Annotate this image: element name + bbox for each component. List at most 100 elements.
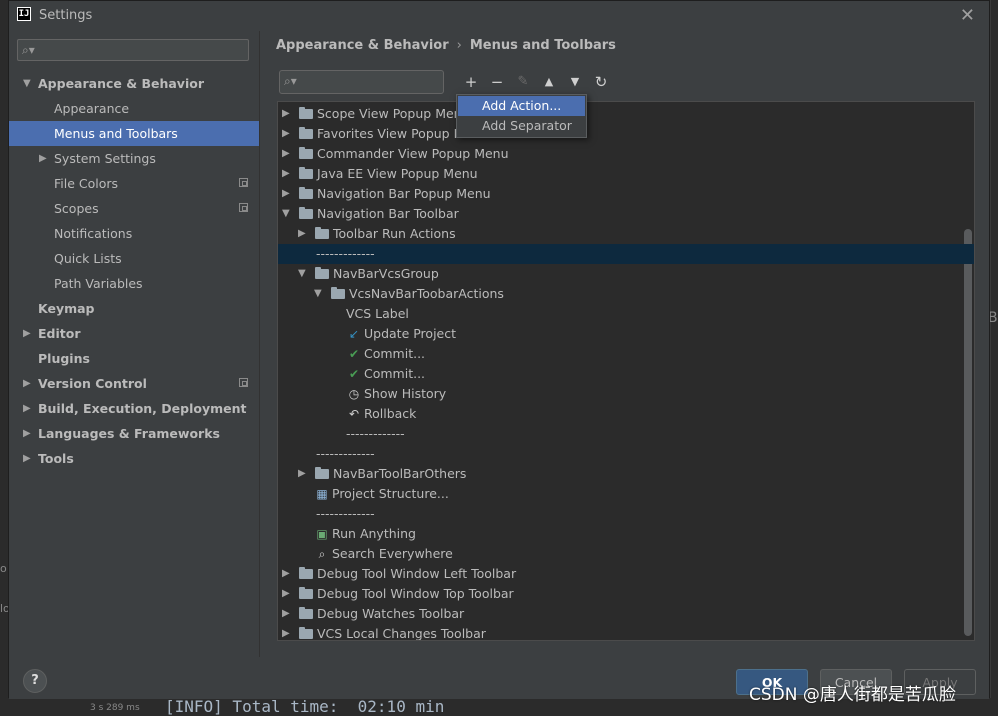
settings-content: Appearance & Behavior › Menus and Toolbars… [259, 31, 989, 657]
tree-row[interactable]: ▶ Java EE View Popup Menu [278, 164, 974, 184]
tree-row[interactable]: ▶ Favorites View Popup Menu [278, 124, 974, 144]
sidebar-item[interactable]: ▶ Version Control [9, 371, 259, 396]
edit-icon[interactable]: ✎ [513, 72, 533, 92]
tree-row[interactable]: ------------- [278, 504, 974, 524]
sidebar-item[interactable]: Keymap [9, 296, 259, 321]
tree-row[interactable]: ◷ Show History [278, 384, 974, 404]
tree-row[interactable]: ▶ Scope View Popup Menu [278, 104, 974, 124]
sidebar-item[interactable]: ▶ Build, Execution, Deployment [9, 396, 259, 421]
bg-build-time: 3 s 289 ms [90, 703, 140, 713]
tree-row[interactable]: ------------- [278, 424, 974, 444]
tree-row[interactable]: ✔ Commit... [278, 364, 974, 384]
update-project-icon: ↙ [348, 327, 360, 341]
tree-item-label: Navigation Bar Popup Menu [317, 186, 491, 201]
tree-row[interactable]: ▶ Debug Watches Toolbar [278, 604, 974, 624]
tree-row[interactable]: ▼ Navigation Bar Toolbar [278, 204, 974, 224]
close-icon[interactable]: ✕ [960, 5, 975, 26]
add-popup-menu: Add Action... Add Separator [456, 94, 587, 138]
folder-icon [299, 607, 313, 619]
tree-row[interactable]: ▶ Debug Tool Window Top Toolbar [278, 584, 974, 604]
tree-row[interactable]: ▣ Run Anything [278, 524, 974, 544]
tree-row[interactable]: ------------- [278, 244, 974, 264]
menu-item-add-action[interactable]: Add Action... [458, 96, 585, 116]
collapse-arrow-icon[interactable]: ▶ [282, 144, 290, 164]
collapse-arrow-icon[interactable]: ▶ [282, 124, 290, 144]
sidebar-item[interactable]: ▶ Editor [9, 321, 259, 346]
sidebar-item-label: Build, Execution, Deployment [38, 401, 247, 416]
collapse-arrow-icon[interactable]: ▶ [282, 604, 290, 624]
sidebar-item[interactable]: Quick Lists [9, 246, 259, 271]
sidebar-item[interactable]: ▶ Languages & Frameworks [9, 421, 259, 446]
sidebar-item-label: Quick Lists [54, 251, 122, 266]
tree-row[interactable]: ▶ NavBarToolBarOthers [278, 464, 974, 484]
tree-row[interactable]: ▦ Project Structure... [278, 484, 974, 504]
actions-search-input[interactable]: ⌕▾ [279, 70, 444, 94]
tree-row[interactable]: ▶ Commander View Popup Menu [278, 144, 974, 164]
sidebar-item[interactable]: Appearance [9, 96, 259, 121]
sidebar-item[interactable]: Scopes [9, 196, 259, 221]
search-icon: ⌕▾ [284, 74, 297, 88]
add-icon[interactable]: + [461, 72, 481, 92]
tree-row[interactable]: ↙ Update Project [278, 324, 974, 344]
move-down-icon[interactable]: ▼ [565, 72, 585, 92]
collapse-arrow-icon[interactable]: ▶ [282, 184, 290, 204]
collapse-arrow-icon[interactable]: ▶ [23, 421, 31, 446]
sidebar-item[interactable]: Notifications [9, 221, 259, 246]
restore-defaults-icon[interactable]: ↻ [591, 72, 611, 92]
collapse-arrow-icon[interactable]: ▶ [282, 164, 290, 184]
collapse-arrow-icon[interactable]: ▶ [39, 146, 47, 171]
sidebar-item[interactable]: ▶ Tools [9, 446, 259, 471]
settings-search-input[interactable]: ⌕▾ [17, 39, 249, 61]
tree-row[interactable]: ▶ VCS Local Changes Toolbar [278, 624, 974, 640]
sidebar-item-label: Appearance [54, 101, 130, 116]
collapse-arrow-icon[interactable]: ▶ [298, 224, 306, 244]
sidebar-item[interactable]: ▼ Appearance & Behavior [9, 71, 259, 96]
menu-item-add-separator[interactable]: Add Separator [458, 116, 585, 136]
sidebar-item-label: Editor [38, 326, 81, 341]
collapse-arrow-icon[interactable]: ▶ [23, 371, 31, 396]
tree-row[interactable]: ▶ Navigation Bar Popup Menu [278, 184, 974, 204]
separator-item: ------------- [316, 246, 375, 261]
expand-arrow-icon[interactable]: ▼ [23, 71, 31, 96]
move-up-icon[interactable]: ▲ [539, 72, 559, 92]
collapse-arrow-icon[interactable]: ▶ [282, 584, 290, 604]
sidebar-item[interactable]: Path Variables [9, 271, 259, 296]
remove-icon[interactable]: − [487, 72, 507, 92]
tree-row[interactable]: ▶ Debug Tool Window Left Toolbar [278, 564, 974, 584]
expand-arrow-icon[interactable]: ▼ [298, 264, 306, 284]
sidebar-item-label: Notifications [54, 226, 133, 241]
tree-row[interactable]: ⌕ Search Everywhere [278, 544, 974, 564]
tree-item-label: Navigation Bar Toolbar [317, 206, 459, 221]
sidebar-item[interactable]: Plugins [9, 346, 259, 371]
sidebar-item[interactable]: File Colors [9, 171, 259, 196]
collapse-arrow-icon[interactable]: ▶ [282, 564, 290, 584]
expand-arrow-icon[interactable]: ▼ [282, 204, 290, 224]
tree-item-label: Commit... [364, 366, 426, 381]
folder-icon [299, 587, 313, 599]
tree-row[interactable]: ▶ Toolbar Run Actions [278, 224, 974, 244]
tree-row[interactable]: ▼ NavBarVcsGroup [278, 264, 974, 284]
breadcrumb-parent[interactable]: Appearance & Behavior [276, 38, 449, 53]
tree-row[interactable]: ▼ VcsNavBarToobarActions [278, 284, 974, 304]
sidebar-item[interactable]: Menus and Toolbars [9, 121, 259, 146]
separator-item: ------------- [316, 446, 375, 461]
tree-row[interactable]: ------------- [278, 444, 974, 464]
sidebar-item[interactable]: ▶ System Settings [9, 146, 259, 171]
collapse-arrow-icon[interactable]: ▶ [282, 104, 290, 124]
tree-row[interactable]: ✔ Commit... [278, 344, 974, 364]
search-icon: ⌕▾ [22, 43, 35, 57]
expand-arrow-icon[interactable]: ▼ [314, 284, 322, 304]
tree-row[interactable]: ↶ Rollback [278, 404, 974, 424]
settings-dialog: IJ Settings ✕ ⌕▾ ▼ Appearance & Behavior A… [8, 0, 990, 699]
settings-sidebar: ⌕▾ ▼ Appearance & Behavior Appearance Menus… [9, 31, 259, 657]
collapse-arrow-icon[interactable]: ▶ [298, 464, 306, 484]
collapse-arrow-icon[interactable]: ▶ [23, 321, 31, 346]
tree-row[interactable]: VCS Label [278, 304, 974, 324]
collapse-arrow-icon[interactable]: ▶ [23, 396, 31, 421]
folder-icon [299, 207, 313, 219]
collapse-arrow-icon[interactable]: ▶ [282, 624, 290, 640]
help-button[interactable]: ? [23, 669, 47, 693]
separator-item: ------------- [346, 426, 405, 441]
collapse-arrow-icon[interactable]: ▶ [23, 446, 31, 471]
tree-item-label: Debug Tool Window Left Toolbar [317, 566, 517, 581]
